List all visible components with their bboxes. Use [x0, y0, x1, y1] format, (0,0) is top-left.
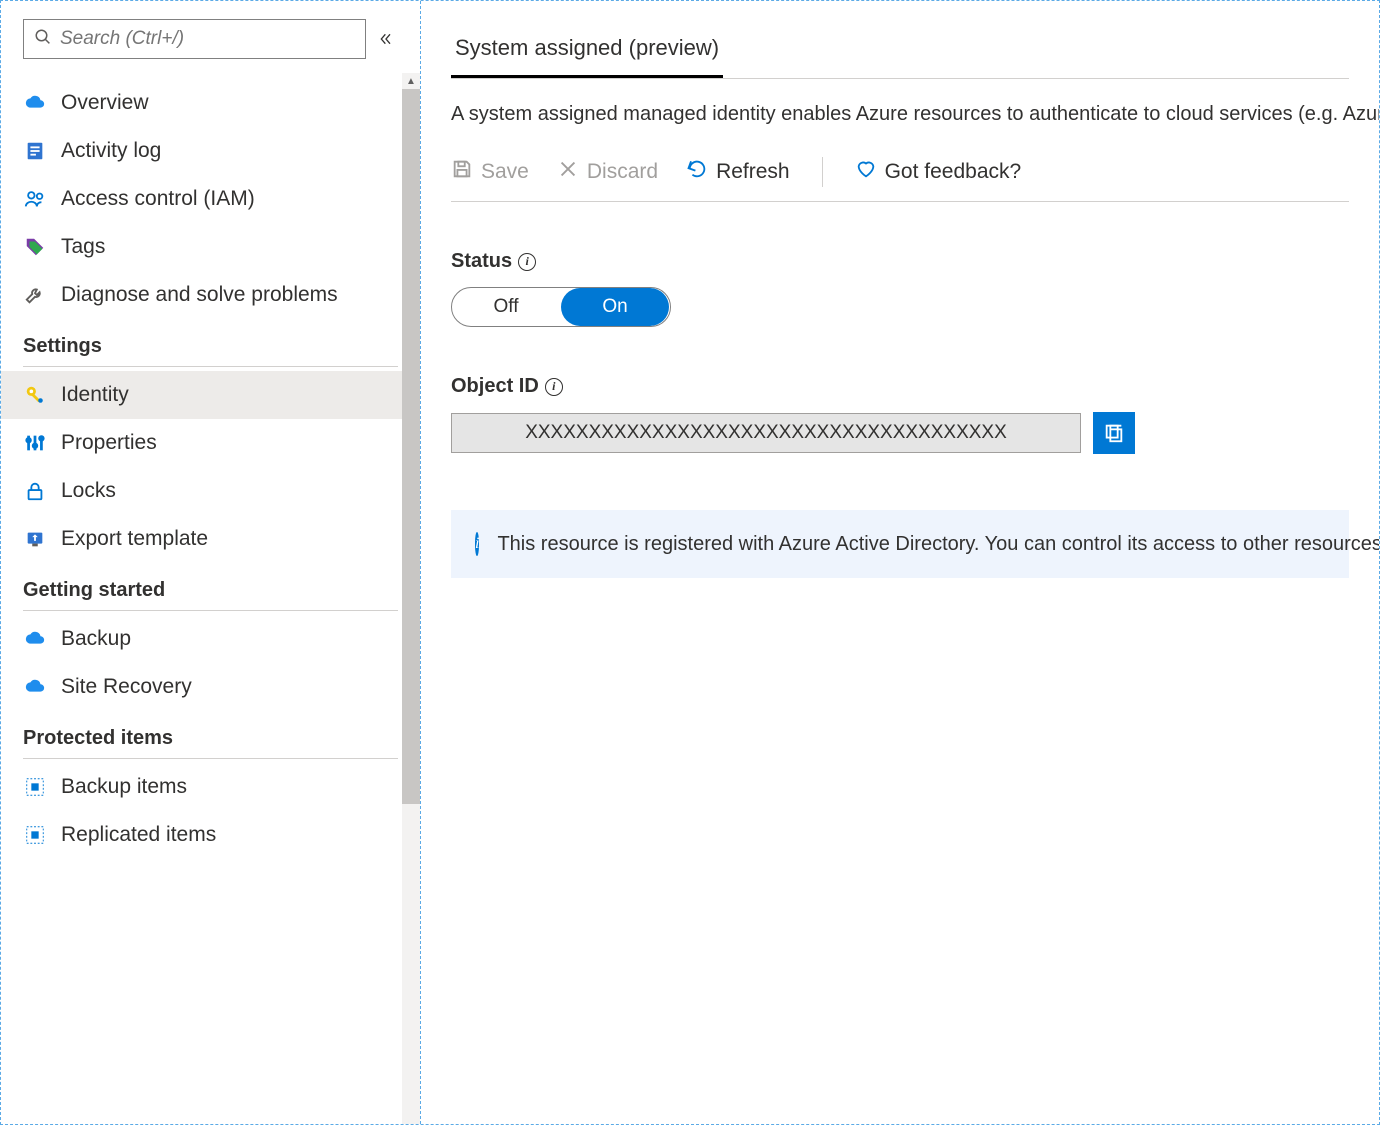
refresh-icon: [686, 158, 708, 186]
key-icon: [23, 383, 47, 407]
search-input-wrap[interactable]: [23, 19, 366, 59]
save-button[interactable]: Save: [451, 158, 529, 186]
tags-icon: [23, 235, 47, 259]
scrollbar[interactable]: ▲: [402, 73, 420, 1124]
grid-icon: [23, 775, 47, 799]
status-label: Status: [451, 250, 512, 273]
nav-properties[interactable]: Properties: [1, 419, 420, 467]
save-icon: [451, 158, 473, 186]
export-icon: [23, 527, 47, 551]
toolbar: Save Discard Refresh Got feedback?: [451, 157, 1349, 202]
nav-item-label: Diagnose and solve problems: [61, 283, 338, 307]
info-icon[interactable]: i: [518, 253, 536, 271]
copy-button[interactable]: [1093, 412, 1135, 454]
nav-item-label: Overview: [61, 91, 149, 115]
object-id-field: Object ID i XXXXXXXXXXXXXXXXXXXXXXXXXXXX…: [451, 375, 1349, 454]
info-banner: i This resource is registered with Azure…: [451, 510, 1349, 578]
people-icon: [23, 187, 47, 211]
section-divider: [23, 366, 398, 367]
nav-locks[interactable]: Locks: [1, 467, 420, 515]
section-protected-items: Protected items: [1, 711, 420, 758]
lock-icon: [23, 479, 47, 503]
object-id-label: Object ID: [451, 375, 539, 398]
nav-item-label: Replicated items: [61, 823, 216, 847]
log-icon: [23, 139, 47, 163]
status-toggle[interactable]: Off On: [451, 287, 671, 327]
status-off[interactable]: Off: [452, 288, 560, 326]
info-icon[interactable]: i: [545, 378, 563, 396]
status-on[interactable]: On: [561, 288, 669, 326]
nav-site-recovery[interactable]: Site Recovery: [1, 663, 420, 711]
close-icon: [557, 158, 579, 186]
nav-item-label: Export template: [61, 527, 208, 551]
main-panel: System assigned (preview) A system assig…: [421, 1, 1379, 1124]
grid-icon: [23, 823, 47, 847]
tab-system-assigned[interactable]: System assigned (preview): [451, 25, 723, 78]
nav-item-label: Properties: [61, 431, 157, 455]
nav-item-label: Identity: [61, 383, 129, 407]
sliders-icon: [23, 431, 47, 455]
nav-item-label: Site Recovery: [61, 675, 192, 699]
nav-tags[interactable]: Tags: [1, 223, 420, 271]
section-settings: Settings: [1, 319, 420, 366]
nav-replicated-items[interactable]: Replicated items: [1, 811, 420, 859]
search-input[interactable]: [52, 28, 355, 50]
cloud-icon: [23, 627, 47, 651]
description-text: A system assigned managed identity enabl…: [451, 79, 1349, 129]
feedback-button[interactable]: Got feedback?: [855, 158, 1022, 186]
nav-overview[interactable]: Overview: [1, 79, 420, 127]
nav-backup[interactable]: Backup: [1, 615, 420, 663]
nav-backup-items[interactable]: Backup items: [1, 763, 420, 811]
heart-icon: [855, 158, 877, 186]
nav-item-label: Tags: [61, 235, 105, 259]
search-icon: [34, 28, 52, 51]
nav-list: Overview Activity log Access control (IAM)…: [1, 75, 420, 899]
nav-diagnose-and-solve-problems[interactable]: Diagnose and solve problems: [1, 271, 420, 319]
nav-identity[interactable]: Identity: [1, 371, 420, 419]
cloud-icon: [23, 675, 47, 699]
sidebar: Overview Activity log Access control (IAM)…: [1, 1, 421, 1124]
nav-activity-log[interactable]: Activity log: [1, 127, 420, 175]
info-banner-text: This resource is registered with Azure A…: [497, 533, 1379, 556]
nav-item-label: Backup: [61, 627, 131, 651]
nav-access-control-iam-[interactable]: Access control (IAM): [1, 175, 420, 223]
object-id-value: XXXXXXXXXXXXXXXXXXXXXXXXXXXXXXXXXXXXXX: [451, 413, 1081, 453]
section-getting-started: Getting started: [1, 563, 420, 610]
info-icon: i: [475, 532, 479, 556]
refresh-button[interactable]: Refresh: [686, 158, 790, 186]
status-field: Status i Off On: [451, 250, 1349, 327]
section-divider: [23, 610, 398, 611]
tabs: System assigned (preview): [451, 25, 1349, 79]
discard-button[interactable]: Discard: [557, 158, 658, 186]
cloud-icon: [23, 91, 47, 115]
wrench-icon: [23, 283, 47, 307]
nav-item-label: Backup items: [61, 775, 187, 799]
nav-export-template[interactable]: Export template: [1, 515, 420, 563]
section-divider: [23, 758, 398, 759]
collapse-sidebar-button[interactable]: [374, 27, 398, 51]
toolbar-divider: [822, 157, 823, 187]
nav-item-label: Activity log: [61, 139, 161, 163]
nav-item-label: Access control (IAM): [61, 187, 255, 211]
nav-item-label: Locks: [61, 479, 116, 503]
